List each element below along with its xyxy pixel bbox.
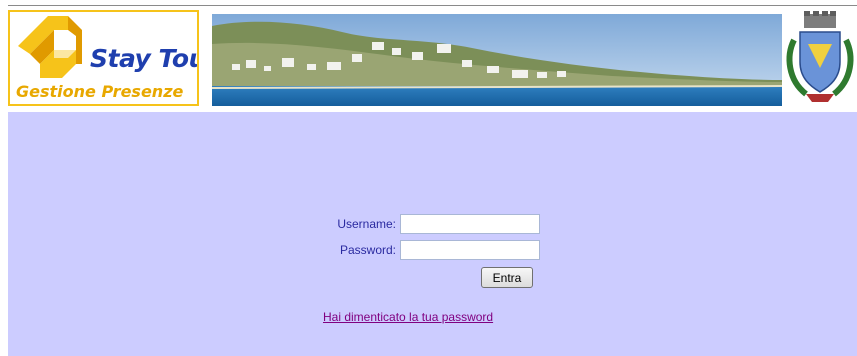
username-row: Username: <box>308 214 548 236</box>
stay-tour-logo: Stay Tour Gestione Presenze <box>8 10 199 106</box>
top-rule <box>8 5 857 6</box>
username-label: Username: <box>337 217 396 231</box>
coastal-town-photo-icon <box>212 14 782 106</box>
password-input[interactable] <box>400 240 540 260</box>
username-input[interactable] <box>400 214 540 234</box>
login-area: Username: Password: Entra Hai dimenticat… <box>8 112 857 356</box>
municipal-coat-of-arms-icon <box>786 11 854 102</box>
page-header: Stay Tour Gestione Presenze <box>8 8 857 112</box>
password-label: Password: <box>339 243 396 257</box>
municipal-crest <box>784 10 856 106</box>
password-row: Password: <box>308 240 548 262</box>
coastal-banner-image <box>212 14 782 106</box>
logo-name: Stay Tour <box>90 44 197 73</box>
login-submit-button[interactable]: Entra <box>481 267 533 288</box>
stay-tour-logo-mark-icon <box>18 16 82 78</box>
forgot-password-link[interactable]: Hai dimenticato la tua password <box>323 310 493 324</box>
logo-subtitle: Gestione Presenze <box>16 82 184 101</box>
